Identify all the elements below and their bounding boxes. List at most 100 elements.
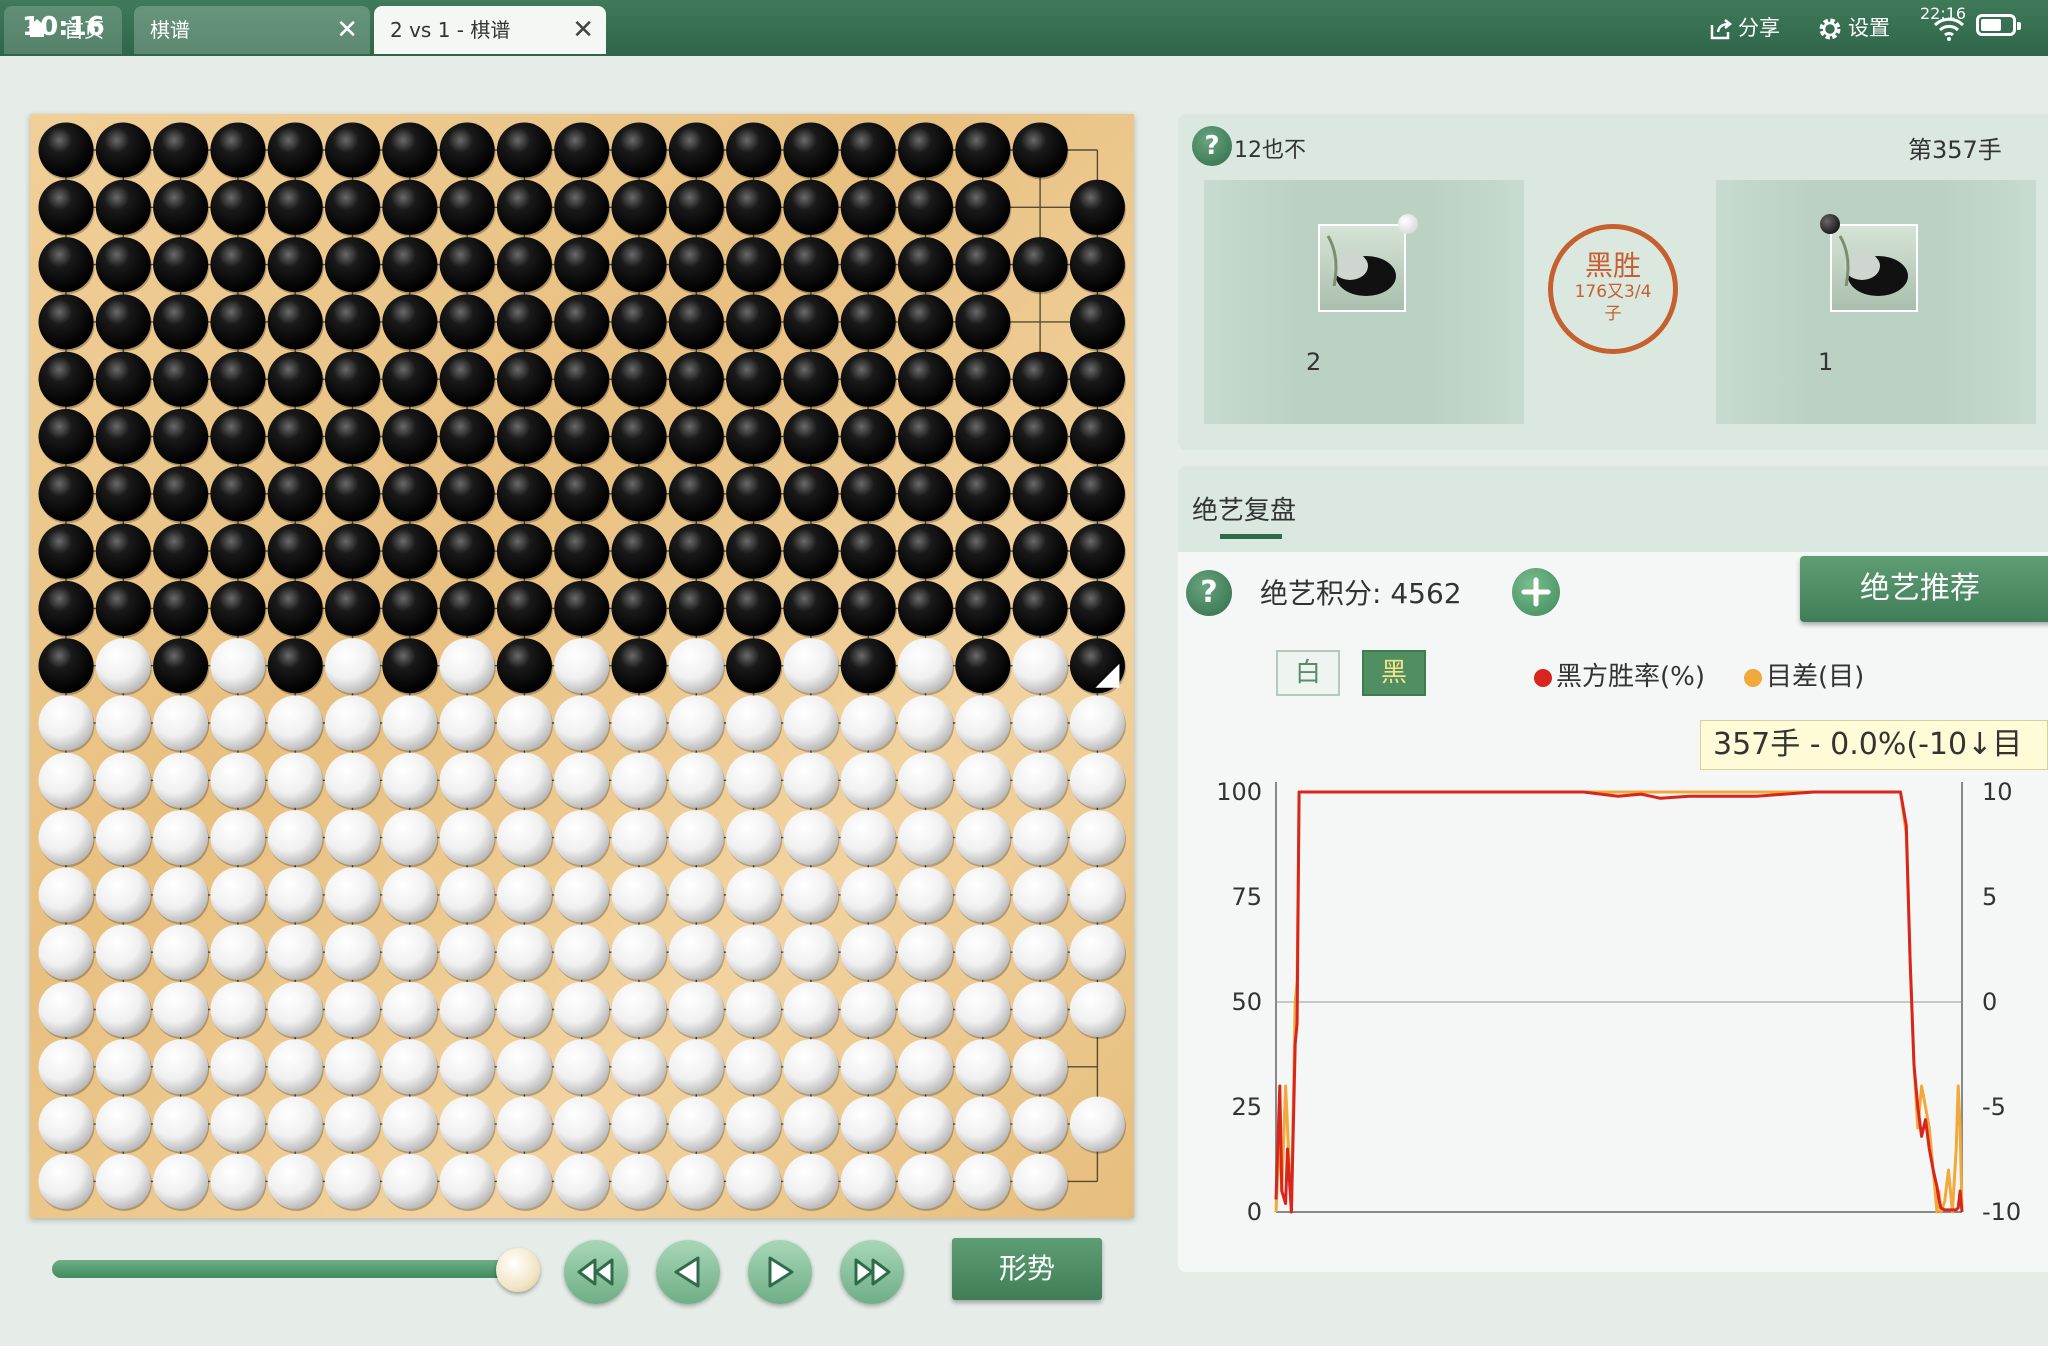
- add-score-button[interactable]: [1512, 568, 1560, 616]
- white-stone: [955, 924, 1011, 980]
- white-stone: [611, 924, 667, 980]
- white-stone: [898, 1096, 953, 1152]
- black-stone: [325, 466, 380, 522]
- white-stone: [267, 924, 323, 980]
- white-stone: [726, 1039, 782, 1095]
- black-stone: [726, 351, 782, 407]
- black-stone: [267, 409, 323, 464]
- black-stone: [898, 294, 953, 350]
- black-player-avatar[interactable]: [1830, 224, 1918, 312]
- white-stone: [898, 1039, 953, 1095]
- white-stone: [554, 1096, 610, 1152]
- white-stone: [898, 752, 953, 808]
- white-stone: [783, 1153, 839, 1209]
- help-icon[interactable]: ?: [1186, 570, 1232, 616]
- previous-button[interactable]: [656, 1240, 720, 1304]
- white-stone: [611, 1153, 667, 1209]
- white-stone: [554, 638, 610, 694]
- gear-icon: [1819, 18, 1841, 40]
- tab-indicator: [1220, 534, 1282, 539]
- next-button[interactable]: [748, 1240, 812, 1304]
- white-stone: [496, 810, 552, 866]
- white-stone: [668, 867, 724, 923]
- go-board[interactable]: [30, 114, 1134, 1218]
- black-stone: [783, 409, 839, 464]
- white-stone: [267, 1153, 323, 1209]
- white-stone: [668, 695, 724, 751]
- black-stone: [955, 351, 1011, 407]
- white-stone: [95, 1153, 151, 1209]
- white-stone: [325, 982, 380, 1037]
- y-right-tick-label: -10: [1982, 1198, 2021, 1226]
- black-stone: [668, 351, 724, 407]
- white-stone: [95, 867, 151, 923]
- black-stone: [783, 466, 839, 522]
- black-stone: [898, 351, 953, 407]
- move-number: 第357手: [1908, 136, 2002, 164]
- white-stone: [783, 924, 839, 980]
- y-right-tick-label: 10: [1982, 778, 2013, 806]
- black-stone: [325, 351, 380, 407]
- move-slider-handle[interactable]: [496, 1248, 540, 1292]
- black-stone: [496, 237, 552, 293]
- black-stone: [439, 122, 495, 178]
- black-stone: [267, 580, 323, 636]
- black-stone: [898, 580, 953, 636]
- black-stone: [210, 466, 266, 522]
- white-stone: [726, 752, 782, 808]
- tab-game-kifu[interactable]: 2 vs 1 - 棋谱 ✕: [374, 6, 606, 54]
- black-stone: [726, 638, 782, 694]
- white-stone: [554, 695, 610, 751]
- white-stone: [267, 695, 323, 751]
- white-player-avatar[interactable]: [1318, 224, 1406, 312]
- share-button[interactable]: 分享: [1708, 12, 1780, 44]
- white-stone: [840, 1039, 896, 1095]
- black-stone: [668, 409, 724, 464]
- black-stone: [95, 294, 151, 350]
- black-stone: [382, 523, 438, 579]
- board-canvas[interactable]: [30, 114, 1134, 1218]
- white-stone: [38, 1153, 94, 1209]
- tab-analysis-review[interactable]: 绝艺复盘: [1192, 490, 1296, 527]
- white-stone: [1012, 1153, 1068, 1209]
- ai-score: 绝艺积分: 4562: [1260, 577, 1462, 610]
- white-stone: [611, 752, 667, 808]
- white-stone: [496, 695, 552, 751]
- battery-icon: [1976, 14, 2021, 36]
- fast-forward-button[interactable]: [840, 1240, 904, 1304]
- move-slider[interactable]: [52, 1260, 518, 1278]
- toggle-black[interactable]: 黑: [1362, 650, 1426, 696]
- white-stone: [554, 752, 610, 808]
- tab-kifu[interactable]: 棋谱 ✕: [134, 6, 370, 54]
- close-icon[interactable]: ✕: [336, 6, 358, 54]
- black-stone: [668, 523, 724, 579]
- white-stone: [496, 752, 552, 808]
- ai-recommend-button[interactable]: 绝艺推荐: [1800, 556, 2048, 622]
- black-stone: [267, 351, 323, 407]
- white-stone: [955, 982, 1011, 1037]
- help-icon[interactable]: ?: [1192, 126, 1232, 166]
- white-stone: [1012, 638, 1068, 694]
- white-stone: [1069, 1096, 1125, 1152]
- shape-button[interactable]: 形势: [952, 1238, 1102, 1300]
- fast-backward-button[interactable]: [564, 1240, 628, 1304]
- black-stone: [382, 351, 438, 407]
- settings-button[interactable]: 设置: [1816, 12, 1890, 44]
- black-stone: [955, 409, 1011, 464]
- white-stone: [439, 1096, 495, 1152]
- black-stone: [210, 580, 266, 636]
- black-stone: [955, 523, 1011, 579]
- black-stone: [554, 351, 610, 407]
- black-stone: [1012, 237, 1068, 293]
- black-stone: [611, 294, 667, 350]
- white-stone: [726, 924, 782, 980]
- white-stone: [1069, 982, 1125, 1037]
- toggle-white[interactable]: 白: [1276, 650, 1340, 696]
- black-stone: [382, 122, 438, 178]
- close-icon[interactable]: ✕: [572, 6, 594, 54]
- white-stone: [38, 982, 94, 1037]
- black-stone: [210, 523, 266, 579]
- winrate-chart[interactable]: 10075502501050-5-10: [1210, 760, 2030, 1230]
- white-stone: [496, 1153, 552, 1209]
- black-stone: [153, 122, 209, 178]
